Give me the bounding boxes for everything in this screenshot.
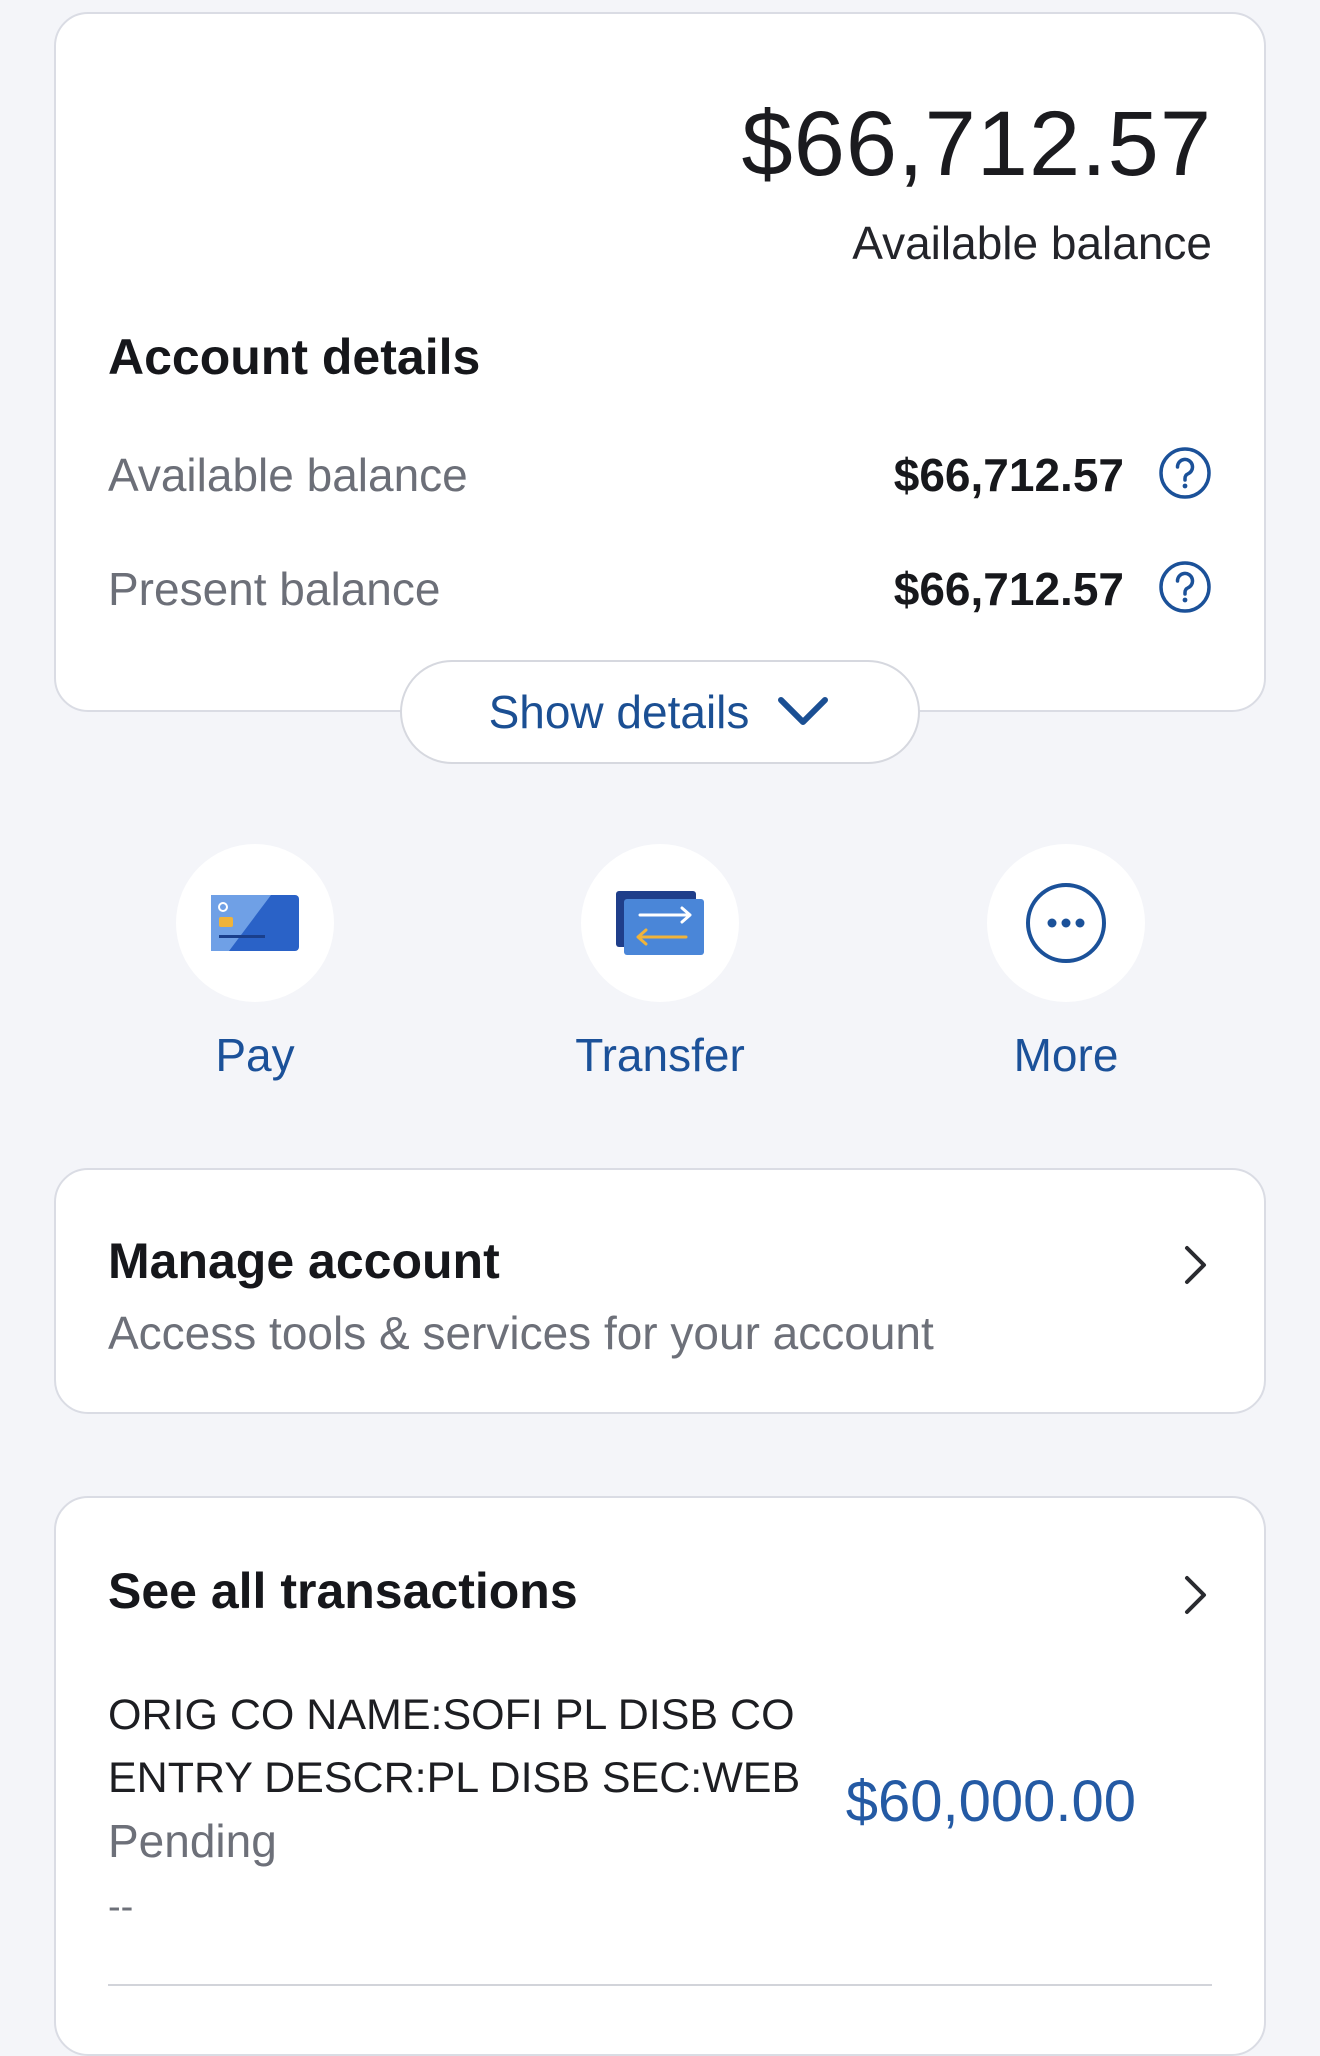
detail-label: Available balance — [108, 449, 468, 501]
chevron-down-icon — [778, 697, 829, 725]
manage-account-title: Manage account — [108, 1233, 500, 1289]
transaction-description-line1: ORIG CO NAME:SOFI PL DISB CO — [108, 1691, 795, 1739]
account-details-title: Account details — [108, 329, 481, 385]
transfer-button[interactable] — [581, 844, 739, 1002]
transfer-action[interactable]: Transfer — [510, 844, 810, 1082]
transaction-amount: $60,000.00 — [845, 1769, 1136, 1834]
detail-row-available-balance: Available balance $66,712.57 — [108, 438, 1212, 508]
transfer-icon — [616, 891, 704, 955]
manage-account-card[interactable]: Manage account Access tools & services f… — [54, 1168, 1266, 1414]
chevron-right-icon — [1185, 1246, 1206, 1284]
pay-action[interactable]: Pay — [105, 844, 405, 1082]
help-icon[interactable] — [1158, 446, 1212, 500]
balance-card: $66,712.57 Available balance Account det… — [54, 12, 1266, 712]
more-icon — [1026, 883, 1106, 963]
detail-value: $66,712.57 — [893, 449, 1124, 501]
transactions-card: See all transactions ORIG CO NAME:SOFI P… — [54, 1496, 1266, 2056]
divider — [108, 1984, 1212, 1986]
available-balance-amount: $66,712.57 — [741, 93, 1212, 195]
more-button[interactable] — [987, 844, 1145, 1002]
pay-button[interactable] — [176, 844, 334, 1002]
detail-label: Present balance — [108, 563, 441, 615]
transaction-row[interactable]: ORIG CO NAME:SOFI PL DISB CO ENTRY DESCR… — [108, 1684, 1216, 1942]
detail-row-present-balance: Present balance $66,712.57 — [108, 552, 1212, 622]
show-details-label: Show details — [488, 686, 750, 738]
transaction-detail: -- — [108, 1886, 134, 1928]
pay-label: Pay — [215, 1029, 295, 1081]
more-label: More — [1013, 1029, 1119, 1081]
show-details-button[interactable]: Show details — [400, 660, 920, 764]
transfer-label: Transfer — [575, 1029, 745, 1081]
help-icon[interactable] — [1158, 560, 1212, 614]
manage-account-subtitle: Access tools & services for your account — [108, 1307, 934, 1359]
available-balance-label: Available balance — [852, 217, 1212, 269]
more-action[interactable]: More — [916, 844, 1216, 1082]
see-all-transactions-link[interactable]: See all transactions — [108, 1562, 578, 1620]
chevron-right-icon[interactable] — [1178, 1572, 1212, 1618]
card-icon — [211, 895, 299, 951]
detail-value: $66,712.57 — [893, 563, 1124, 615]
